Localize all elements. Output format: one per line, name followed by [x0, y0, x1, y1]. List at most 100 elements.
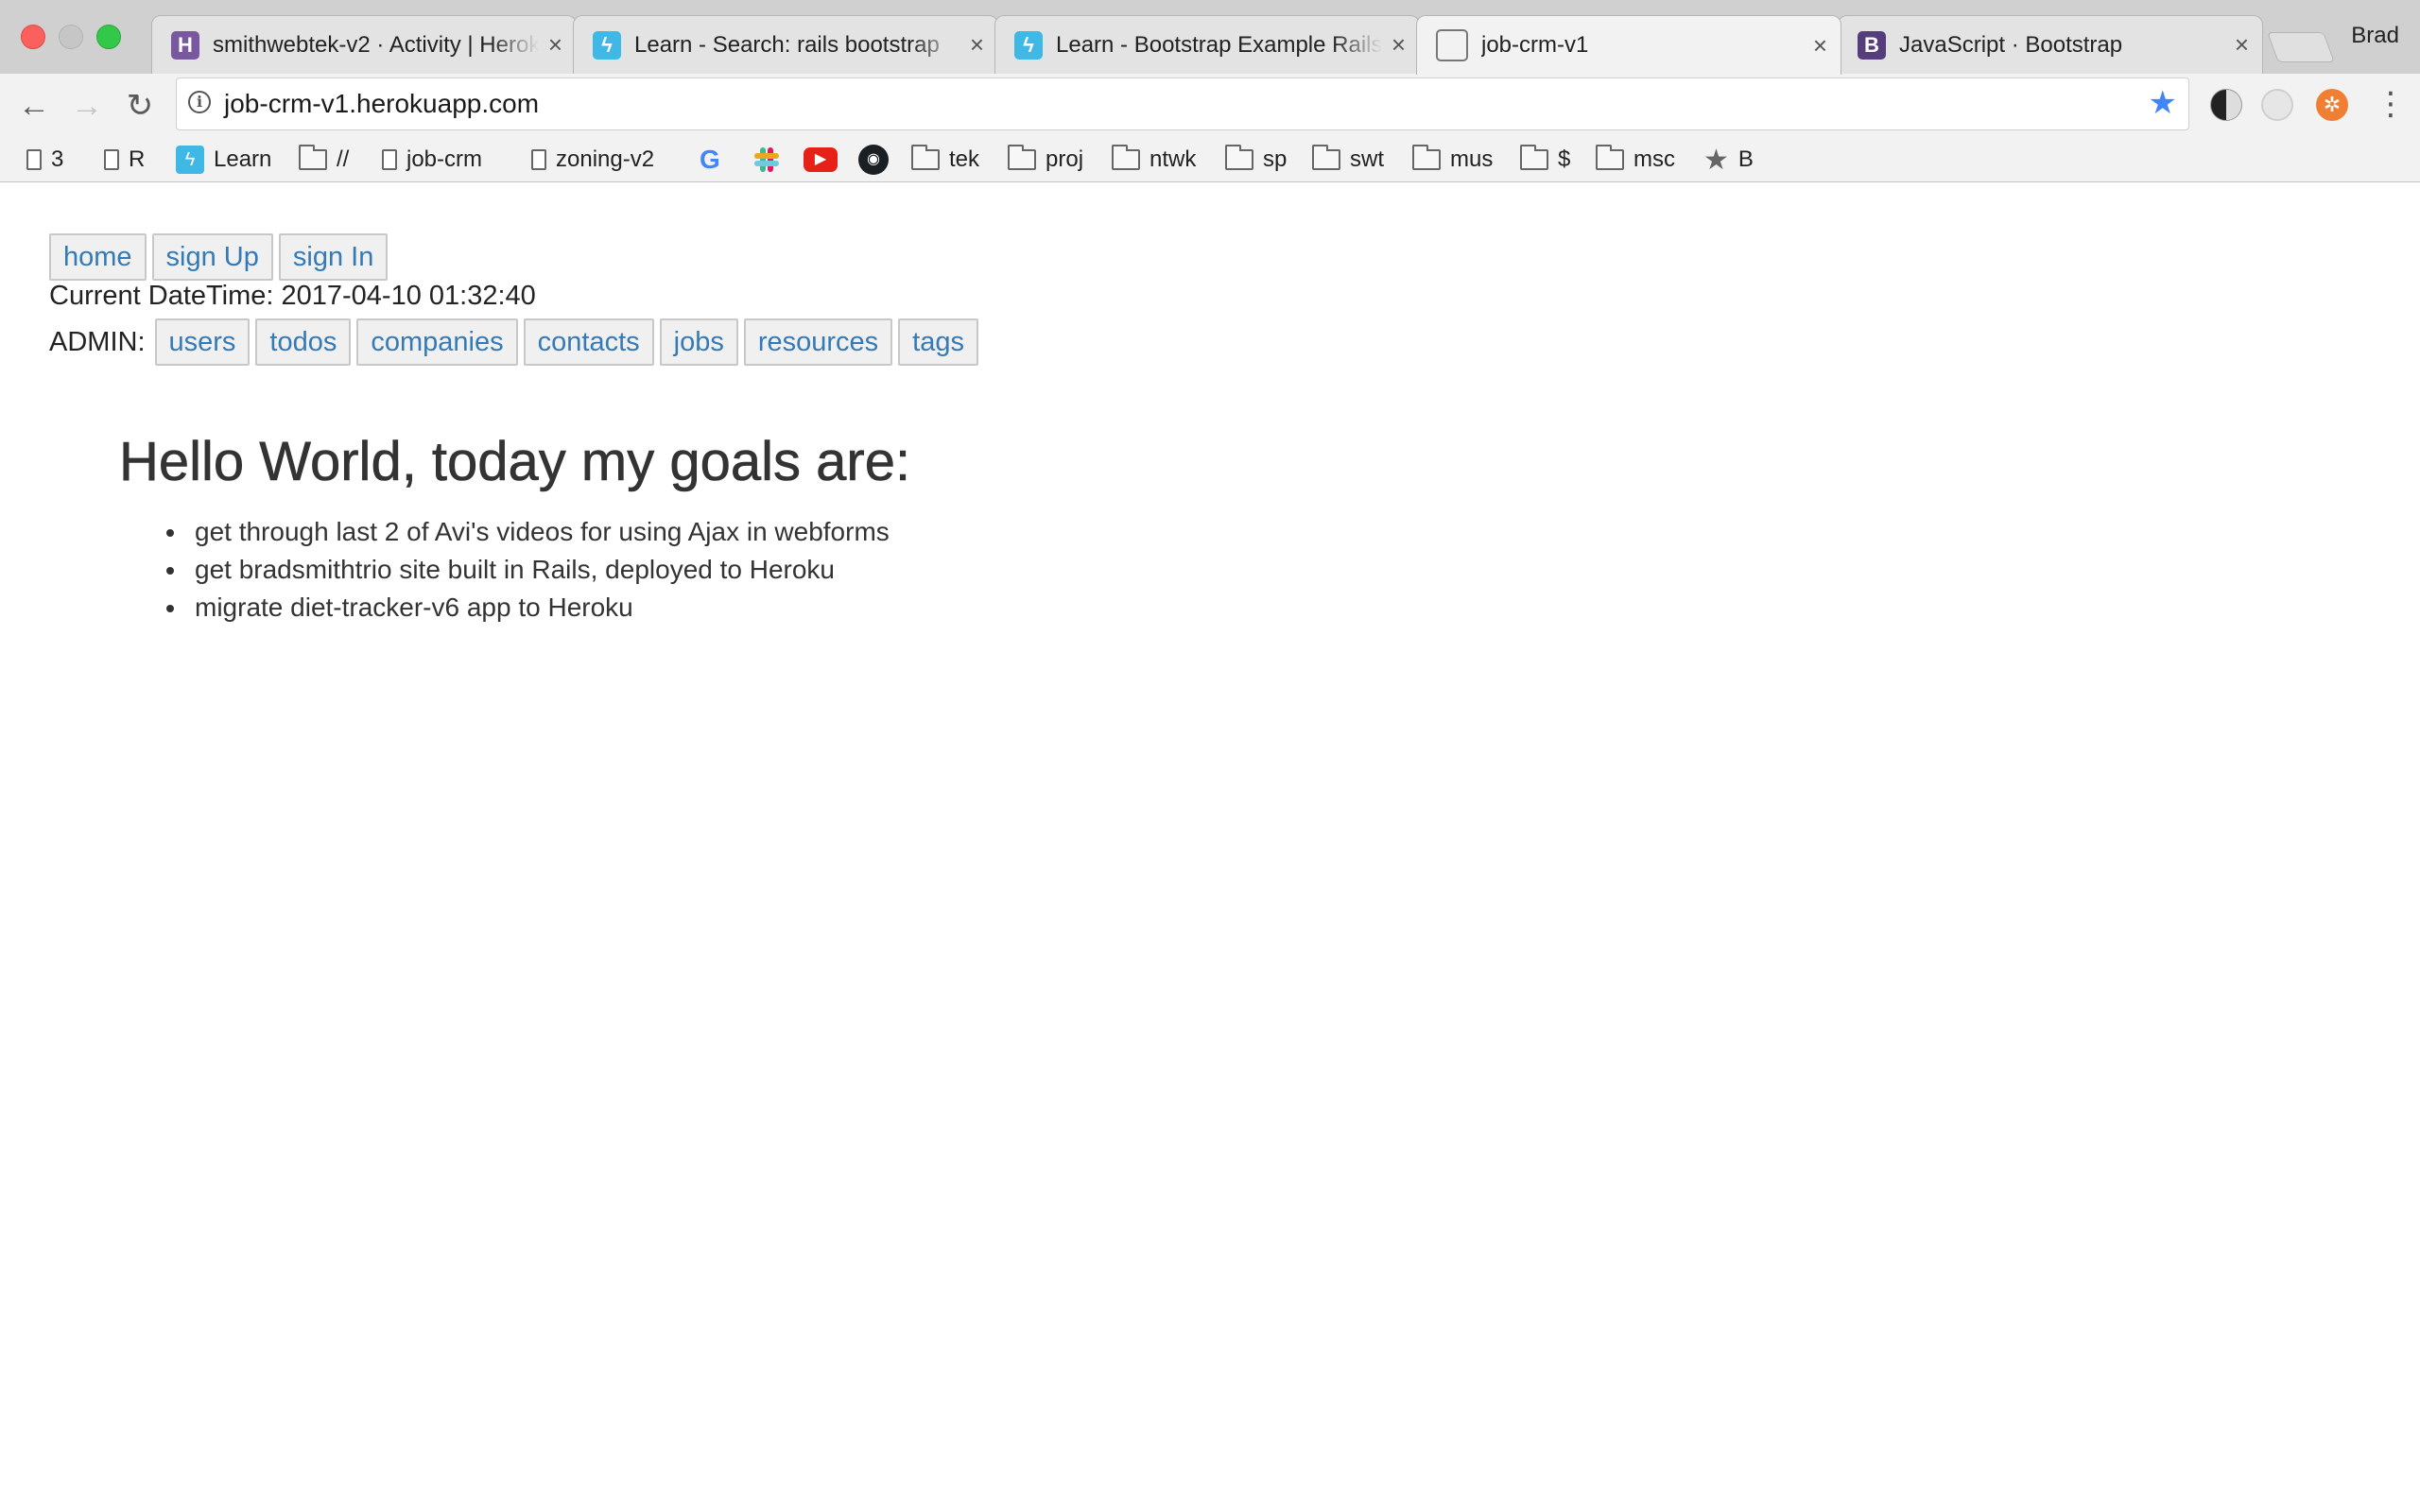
bookmark-label: $	[1558, 146, 1571, 172]
admin-contacts-link[interactable]: contacts	[523, 318, 654, 366]
bookmark-label: msc	[1634, 146, 1675, 172]
bookmark-star-icon[interactable]: ★	[2149, 84, 2177, 122]
folder-icon	[1412, 145, 1441, 170]
close-icon[interactable]: ×	[970, 30, 984, 60]
bookmark-label: R	[129, 146, 146, 172]
home-link[interactable]: home	[49, 233, 147, 281]
bookmark-folder-msc[interactable]: msc	[1596, 144, 1675, 176]
tab-title: Learn - Bootstrap Example Rails	[1056, 31, 1382, 58]
heroku-icon: H	[171, 30, 199, 60]
back-arrow-icon[interactable]: ←	[13, 85, 55, 127]
tab-title: job-crm-v1	[1481, 32, 1589, 58]
admin-jobs-link[interactable]: jobs	[659, 318, 738, 366]
folder-icon	[1520, 145, 1548, 170]
list-item: get bradsmithtrio site built in Rails, d…	[166, 551, 890, 589]
bookmark-folder-tek[interactable]: tek	[911, 144, 979, 176]
admin-tags-link[interactable]: tags	[898, 318, 978, 366]
admin-users-link[interactable]: users	[154, 318, 251, 366]
close-icon[interactable]: ×	[1813, 31, 1827, 60]
bookmark-b[interactable]: ★ B	[1703, 144, 1754, 176]
bookmarks-bar: 3 R ϟ Learn // job-crm zoning-v2 G ▶ ◉ te…	[0, 138, 2420, 182]
ubuntu-extension-icon[interactable]: ✲	[2316, 89, 2348, 121]
bookmark-label: ntwk	[1150, 146, 1197, 172]
page-icon	[26, 149, 42, 170]
tab-learn-search[interactable]: ϟ Learn - Search: rails bootstrap ×	[573, 15, 998, 74]
bookmark-r[interactable]: R	[104, 144, 145, 176]
info-icon[interactable]: i	[188, 91, 211, 113]
close-icon[interactable]: ×	[1392, 30, 1406, 60]
bookmark-label: proj	[1046, 146, 1084, 172]
address-bar[interactable]: i job-crm-v1.herokuapp.com ★	[176, 77, 2189, 130]
admin-resources-link[interactable]: resources	[743, 318, 893, 366]
close-window-button[interactable]	[21, 25, 45, 49]
admin-nav: ADMIN: users todos companies contacts jo…	[49, 318, 978, 366]
bookmark-label: sp	[1263, 146, 1288, 172]
bookmark-label: Learn	[214, 146, 272, 172]
bookmark-label: mus	[1450, 146, 1494, 172]
new-tab-button[interactable]	[2267, 32, 2335, 62]
sign-up-link[interactable]: sign Up	[151, 233, 273, 281]
goals-list: get through last 2 of Avi's videos for u…	[166, 513, 890, 627]
bookmark-label: zoning-v2	[556, 146, 655, 172]
tab-title: JavaScript · Bootstrap	[1899, 31, 2123, 58]
tab-job-crm-v1[interactable]: job-crm-v1 ×	[1416, 15, 1841, 75]
bookmark-label: tek	[949, 146, 980, 172]
list-item: migrate diet-tracker-v6 app to Heroku	[166, 589, 890, 627]
contrast-extension-icon[interactable]	[2210, 89, 2242, 121]
github-icon: ◉	[858, 145, 889, 175]
bookmark-folder-dollar[interactable]: $	[1520, 144, 1570, 176]
page-content: home sign Up sign In Current DateTime: 2…	[0, 182, 2420, 1512]
folder-icon	[1112, 145, 1140, 170]
bookmark-slack[interactable]	[752, 144, 790, 176]
bookmark-learn[interactable]: ϟ Learn	[176, 144, 271, 176]
extension-icon[interactable]	[2261, 89, 2293, 121]
profile-name[interactable]: Brad	[2351, 23, 2399, 49]
learn-icon: ϟ	[176, 146, 204, 174]
bookmark-label: job-crm	[406, 146, 483, 172]
slack-icon	[752, 146, 781, 174]
admin-companies-link[interactable]: companies	[356, 318, 518, 366]
folder-icon	[299, 145, 327, 170]
bookmark-folder-proj[interactable]: proj	[1008, 144, 1083, 176]
bookmark-label: //	[337, 146, 350, 172]
learn-icon: ϟ	[1014, 30, 1043, 60]
page-icon	[104, 149, 119, 170]
forward-arrow-icon[interactable]: →	[66, 85, 108, 127]
page-title: Hello World, today my goals are:	[119, 431, 911, 493]
bookmark-job-crm[interactable]: job-crm	[382, 144, 482, 176]
sign-in-link[interactable]: sign In	[278, 233, 389, 281]
star-icon: ★	[1703, 144, 1729, 176]
current-datetime: Current DateTime: 2017-04-10 01:32:40	[49, 281, 536, 311]
folder-icon	[1008, 145, 1036, 170]
reload-icon[interactable]: ↻	[119, 85, 161, 127]
bookmark-folder-sp[interactable]: sp	[1225, 144, 1287, 176]
url-text[interactable]: job-crm-v1.herokuapp.com	[224, 89, 539, 119]
tab-title: smithwebtek-v2 · Activity | Heroku	[213, 31, 539, 58]
close-icon[interactable]: ×	[548, 30, 562, 60]
bookmark-google[interactable]: G	[700, 144, 730, 176]
bookmark-youtube[interactable]: ▶	[804, 144, 847, 176]
minimize-window-button[interactable]	[59, 25, 83, 49]
bookmark-folder-slashes[interactable]: //	[299, 144, 349, 176]
tab-title: Learn - Search: rails bootstrap	[634, 31, 940, 58]
maximize-window-button[interactable]	[96, 25, 121, 49]
bookmark-github[interactable]: ◉	[858, 144, 898, 176]
browser-toolbar: ← → ↻ i job-crm-v1.herokuapp.com ★ ✲ ⋮	[0, 74, 2420, 138]
menu-dots-icon[interactable]: ⋮	[2375, 85, 2407, 123]
admin-todos-link[interactable]: todos	[255, 318, 352, 366]
page-icon	[531, 149, 546, 170]
tab-javascript-bootstrap[interactable]: B JavaScript · Bootstrap ×	[1838, 15, 2263, 74]
tab-learn-bootstrap-example[interactable]: ϟ Learn - Bootstrap Example Rails ×	[994, 15, 1420, 74]
bookmark-folder-mus[interactable]: mus	[1412, 144, 1493, 176]
folder-icon	[911, 145, 940, 170]
tab-heroku-activity[interactable]: H smithwebtek-v2 · Activity | Heroku ×	[151, 15, 577, 74]
learn-icon: ϟ	[593, 30, 621, 60]
bookmark-3[interactable]: 3	[26, 144, 63, 176]
bookmark-folder-ntwk[interactable]: ntwk	[1112, 144, 1196, 176]
page-icon	[382, 149, 397, 170]
bootstrap-icon: B	[1858, 30, 1886, 60]
bookmark-zoning-v2[interactable]: zoning-v2	[531, 144, 654, 176]
youtube-icon: ▶	[804, 147, 838, 172]
bookmark-folder-swt[interactable]: swt	[1312, 144, 1384, 176]
close-icon[interactable]: ×	[2235, 30, 2249, 60]
